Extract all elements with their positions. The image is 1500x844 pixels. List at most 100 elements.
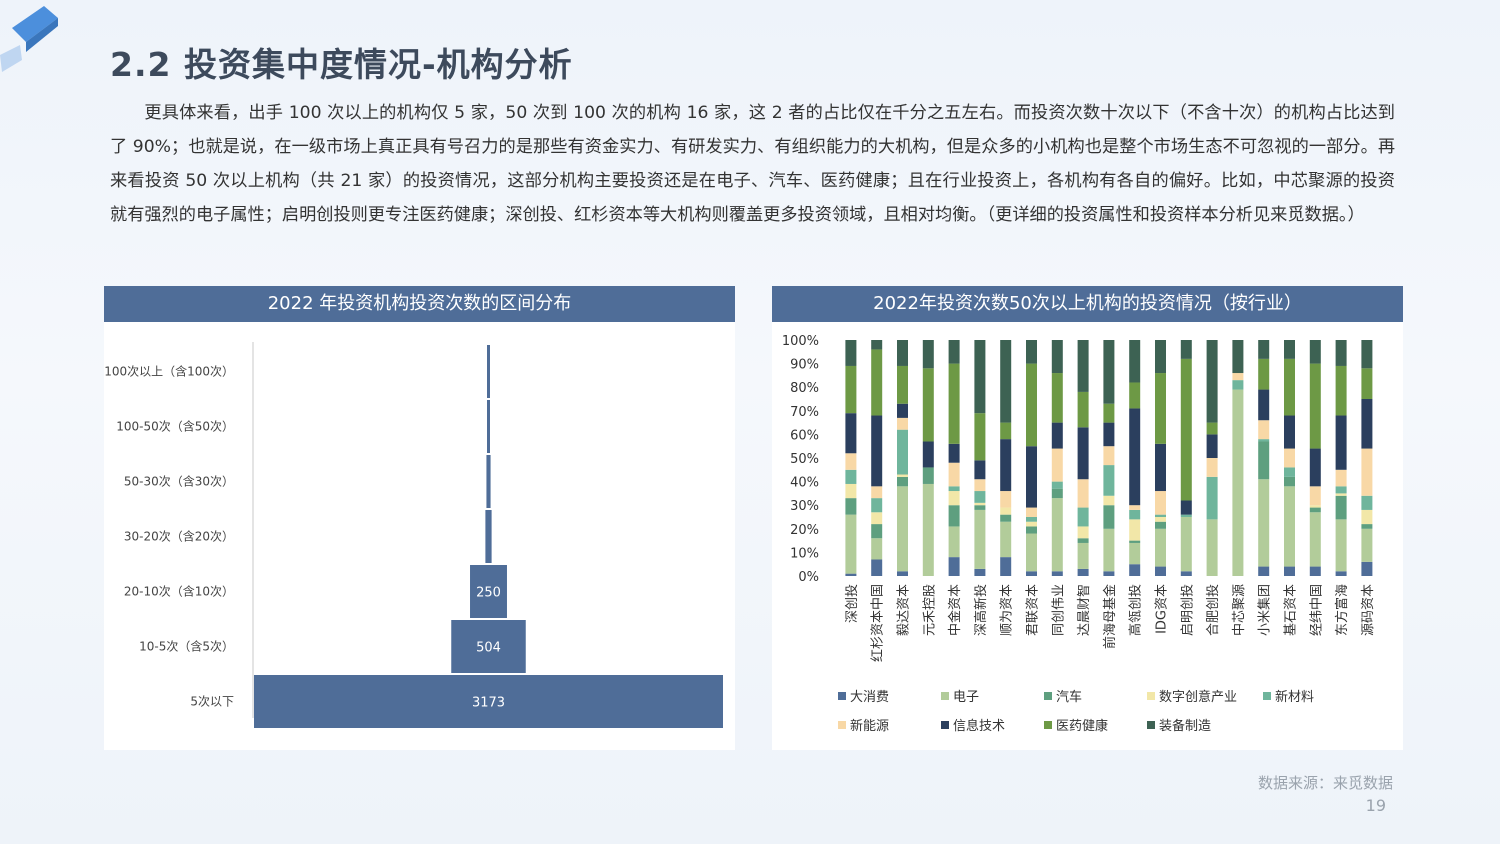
stacked-segment: [1051, 498, 1063, 572]
stacked-segment: [1051, 481, 1063, 489]
stacked-segment: [1000, 507, 1012, 515]
stacked-segment: [1051, 340, 1063, 374]
y-tick-label: 40%: [790, 476, 819, 491]
funnel-chart-panel: 2022 年投资机构投资次数的区间分布 100次以上（含100次） 100-50次…: [104, 286, 735, 750]
y-tick-label: 70%: [790, 405, 819, 420]
stacked-segment: [871, 340, 883, 350]
stacked-segment: [948, 462, 960, 487]
stacked-segment: [1103, 505, 1115, 529]
stacked-segment: [897, 429, 908, 475]
stacked-segment: [974, 340, 986, 414]
stacked-segment: [922, 483, 934, 576]
x-category-label: 同创伟业: [1051, 584, 1066, 636]
stacked-segment: [1103, 528, 1115, 572]
x-category-label: 前海母基金: [1102, 584, 1118, 649]
stacked-segment: [1335, 486, 1347, 494]
legend-swatch: [941, 691, 949, 700]
stacked-segment: [1335, 469, 1347, 487]
stacked-segment: [1077, 568, 1089, 576]
x-category-label: 深高新投: [973, 584, 989, 636]
stacked-segment: [1026, 507, 1037, 517]
funnel-category-label: 20-10次（含10次）: [124, 584, 234, 599]
stacked-segment: [922, 467, 934, 484]
stacked-segment: [974, 479, 986, 492]
stacked-segment: [948, 443, 960, 463]
stacked-segment: [1335, 415, 1347, 470]
stacked-segment: [1335, 493, 1347, 496]
stacked-segment: [1103, 465, 1115, 496]
stacked-segment: [1335, 340, 1347, 366]
y-tick-label: 100%: [782, 334, 819, 349]
x-category-label: 高瓴创投: [1128, 584, 1144, 636]
x-category-label: 红杉资本中国: [870, 584, 886, 662]
stacked-segment: [1361, 495, 1373, 510]
stacked-segment: [1026, 571, 1037, 576]
legend-item: 装备制造: [1147, 715, 1263, 734]
stacked-segment: [1129, 340, 1141, 383]
stacked-segment: [1051, 571, 1063, 576]
stacked-segment: [1155, 521, 1166, 529]
stacked-segment: [1361, 524, 1373, 529]
x-category-label: 深创投: [844, 584, 860, 623]
stacked-segment: [845, 498, 857, 515]
x-category-label: 小米集团: [1257, 584, 1273, 636]
x-category-label: IDG资本: [1155, 584, 1170, 634]
stacked-segment: [922, 340, 934, 369]
stacked-segment: [1180, 514, 1192, 517]
stacked-segment: [845, 483, 857, 499]
stacked-segment: [1180, 500, 1192, 515]
page-number: 19: [1365, 796, 1386, 815]
x-category-label: 元禾控股: [922, 584, 937, 636]
funnel-bar: [485, 510, 492, 563]
stacked-segment: [1180, 517, 1192, 572]
stacked-segment: [1026, 446, 1037, 508]
page-title: 2.2 投资集中度情况-机构分析: [110, 45, 573, 84]
stacked-segment: [974, 568, 986, 576]
stacked-segment: [1000, 514, 1012, 522]
stacked-segment: [1284, 415, 1295, 449]
stacked-segment: [1051, 488, 1063, 499]
stacked-segment: [1077, 340, 1089, 392]
stacked-segment: [1309, 340, 1321, 364]
stacked-segment: [1335, 365, 1347, 416]
stacked-chart-panel: 2022年投资次数50次以上机构的投资情况（按行业） 0% 10% 20% 30% 40…: [772, 286, 1403, 750]
stacked-segment: [871, 349, 883, 416]
legend-label: 电子: [953, 690, 980, 705]
x-category-label: 达晨财智: [1077, 584, 1092, 636]
y-tick-label: 50%: [790, 452, 819, 467]
stacked-bar-chart: 0% 10% 20% 30% 40% 50% 60% 70% 80% 90% 100% 深创投 红杉资本…: [782, 334, 1376, 662]
legend-item: 数字创意产业: [1147, 686, 1263, 705]
x-category-label: 顺为资本: [1000, 584, 1015, 636]
stacked-segment: [897, 476, 908, 487]
y-tick-label: 60%: [790, 428, 819, 443]
stacked-segment: [1000, 521, 1012, 558]
stacked-segment: [1284, 566, 1295, 576]
stacked-segment: [1206, 476, 1218, 520]
stacked-segment: [1206, 458, 1218, 477]
stacked-segment: [1258, 566, 1270, 576]
x-category-label: 经纬中国: [1309, 584, 1324, 636]
stacked-segment: [1000, 557, 1012, 576]
legend-label: 新材料: [1275, 690, 1315, 705]
legend-label: 医药健康: [1056, 719, 1109, 734]
stacked-segment: [897, 486, 908, 572]
stacked-segment: [1309, 507, 1321, 513]
legend-item: 汽车: [1044, 686, 1147, 705]
stacked-segment: [871, 538, 883, 560]
stacked-segment: [1258, 441, 1270, 480]
funnel-data-label: 250: [476, 586, 501, 601]
stacked-segment: [1309, 505, 1321, 508]
stacked-segment: [974, 413, 986, 461]
legend-item: 新能源: [838, 715, 941, 734]
stacked-segment: [1077, 427, 1089, 480]
stacked-segment: [948, 505, 960, 527]
stacked-segment: [1129, 408, 1141, 506]
legend-label: 大消费: [850, 690, 890, 705]
stacked-segment: [1206, 422, 1218, 435]
stacked-segment: [871, 524, 883, 539]
y-tick-label: 20%: [790, 523, 819, 538]
stacked-segment: [1155, 528, 1166, 567]
funnel-bar: [486, 455, 491, 508]
stacked-segment: [1335, 571, 1347, 576]
stacked-segment: [948, 363, 960, 444]
